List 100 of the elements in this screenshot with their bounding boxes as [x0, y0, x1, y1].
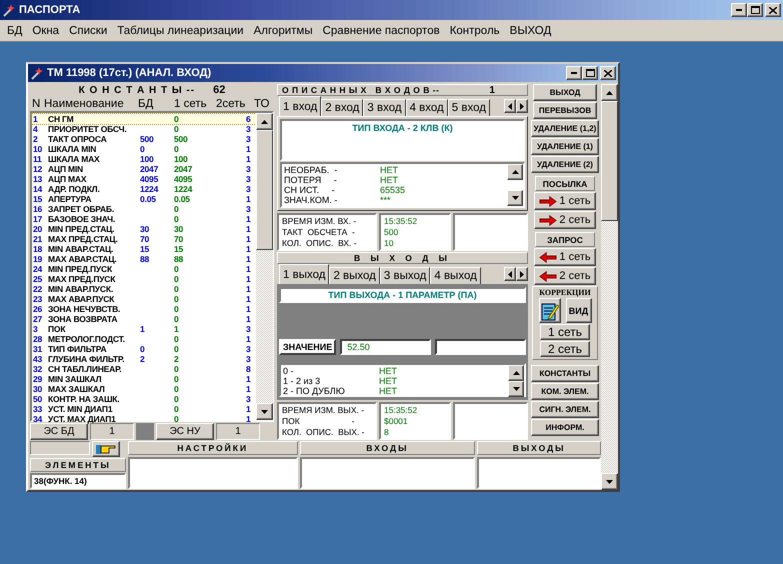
es-button[interactable]: ЭС НУ — [156, 423, 214, 440]
constant-row[interactable]: 50 КОНТР. НА ЗАШК. 0 3 — [32, 394, 256, 404]
close-button[interactable] — [765, 3, 781, 17]
scroll-down-button[interactable] — [507, 190, 523, 206]
constant-row[interactable]: 23 MAX АВАР.ПУСК 0 1 — [32, 294, 256, 304]
menu-item[interactable]: ВЫХОД — [504, 24, 556, 36]
list-button[interactable]: КОНСТАНТЫ — [531, 365, 599, 382]
minimize-button[interactable] — [566, 66, 582, 80]
constant-row[interactable]: 25 MAX ПРЕД.ПУСК 0 1 — [32, 274, 256, 284]
constant-row[interactable]: 2 ТАКТ ОПРОСА 500 500 3 — [32, 134, 256, 144]
action-button[interactable]: ПЕРЕВЫЗОВ — [533, 102, 597, 119]
request-button[interactable]: 1 сеть — [534, 248, 596, 266]
send-button[interactable]: 2 сеть — [534, 211, 596, 229]
constant-row[interactable]: 31 ТИП ФИЛЬТРА 0 0 3 — [32, 344, 256, 354]
constant-row[interactable]: 26 ЗОНА НЕЧУВСТВ. 0 1 — [32, 304, 256, 314]
tab-scroll-right-button[interactable] — [516, 267, 528, 281]
action-button[interactable]: УДАЛЕНИЕ (1) — [531, 138, 599, 155]
scroll-thumb[interactable] — [601, 101, 618, 221]
tab[interactable]: 3 выход — [380, 267, 430, 284]
section-header: ВЫХОДЫ — [477, 441, 601, 455]
constant-row[interactable]: 4 ПРИОРИТЕТ ОБСЧ. 0 3 — [32, 124, 256, 134]
constant-row[interactable]: 24 MIN ПРЕД.ПУСК 0 1 — [32, 264, 256, 274]
constant-row[interactable]: 10 ШКАЛА MIN 0 0 1 — [32, 144, 256, 154]
maximize-button[interactable] — [582, 66, 598, 80]
constant-row[interactable]: 18 MIN АВАР.СТАЦ. 15 15 1 — [32, 244, 256, 254]
scrollbar[interactable] — [256, 113, 273, 420]
list-button[interactable]: КОМ. ЭЛЕМ. — [531, 383, 599, 400]
action-button[interactable]: ВЫХОД — [533, 84, 597, 101]
correction-button[interactable]: 1 сеть — [540, 324, 590, 340]
to-value: 1 — [246, 404, 252, 414]
action-button[interactable]: УДАЛЕНИЕ (2) — [531, 156, 599, 173]
constant-row[interactable]: 33 УСТ. MIN ДИАП1 0 1 — [32, 404, 256, 414]
es-button[interactable]: ЭС БД — [30, 423, 88, 440]
tab[interactable]: 3 вход — [363, 99, 406, 116]
constant-row[interactable]: 29 MIN ЗАШКАЛ 0 1 — [32, 374, 256, 384]
constant-row[interactable]: 43 ГЛУБИНА ФИЛЬТР. 2 2 3 — [32, 354, 256, 364]
tab[interactable]: 2 выход — [329, 267, 380, 284]
constant-row[interactable]: 30 MAX ЗАШКАЛ 0 1 — [32, 384, 256, 394]
tab[interactable]: 5 вход — [448, 99, 490, 116]
minimize-button[interactable] — [731, 3, 747, 17]
constant-row[interactable]: 16 ЗАПРЕТ ОБРАБ. 0 3 — [32, 204, 256, 214]
tab-scroll-left-button[interactable] — [504, 267, 516, 281]
tab[interactable]: 2 вход — [321, 99, 364, 116]
constant-row[interactable]: 27 ЗОНА ВОЗВРАТА 0 1 — [32, 314, 256, 324]
request-button[interactable]: 2 сеть — [534, 267, 596, 285]
db-value: 1 — [140, 324, 146, 334]
row-number: 22 — [33, 284, 44, 294]
menu-item[interactable]: Сравнение паспортов — [318, 24, 445, 36]
to-value: 1 — [246, 154, 252, 164]
tab[interactable]: 1 выход — [279, 264, 330, 284]
constant-row[interactable]: 3 ПОК 1 1 3 — [32, 324, 256, 334]
info-label: ТАКТ ОБСЧЕТА - — [282, 227, 355, 238]
correction-button[interactable]: 2 сеть — [540, 341, 590, 357]
scroll-up-button[interactable] — [256, 113, 273, 130]
constant-row[interactable]: 1 СН ГМ 0 6 — [32, 114, 256, 124]
constant-row[interactable]: 13 АЦП MAX 4095 4095 3 — [32, 174, 256, 184]
constant-row[interactable]: 21 MAX ПРЕД.СТАЦ. 70 70 1 — [32, 234, 256, 244]
pointer-button[interactable] — [92, 441, 120, 457]
list-button[interactable]: ИНФОРМ. — [531, 419, 599, 436]
menu-item[interactable]: Окна — [27, 24, 64, 36]
tab-scroll-left-button[interactable] — [504, 99, 516, 113]
menu-item[interactable]: Списки — [64, 24, 112, 36]
scroll-down-button[interactable] — [601, 473, 618, 490]
constant-row[interactable]: 11 ШКАЛА MAX 100 100 1 — [32, 154, 256, 164]
tab-scroll-right-button[interactable] — [516, 99, 528, 113]
constant-row[interactable]: 12 АЦП MIN 2047 2047 3 — [32, 164, 256, 174]
scroll-up-button[interactable] — [508, 365, 524, 381]
constant-row[interactable]: 20 MIN ПРЕД.СТАЦ. 30 30 1 — [32, 224, 256, 234]
scroll-up-button[interactable] — [601, 84, 618, 101]
to-value: 3 — [246, 344, 252, 354]
action-button[interactable]: УДАЛЕНИЕ (1,2) — [531, 120, 599, 137]
list-button[interactable]: СИГН. ЭЛЕМ. — [531, 401, 599, 418]
up-arrow-icon — [261, 120, 268, 124]
tab[interactable]: 4 выход — [430, 267, 481, 284]
tab[interactable]: 1 вход — [279, 96, 322, 116]
constant-row[interactable]: 34 УСТ. MAX ДИАП1 0 1 — [32, 414, 256, 424]
menu-item[interactable]: Алгоритмы — [248, 24, 318, 36]
info-label: ВРЕМЯ ИЗМ. ВЫХ. - — [282, 405, 364, 416]
constant-row[interactable]: 22 MIN АВАР.ПУСК. 0 1 — [32, 284, 256, 294]
maximize-button[interactable] — [747, 3, 763, 17]
scroll-thumb[interactable] — [256, 130, 273, 250]
constant-row[interactable]: 28 МЕТРОЛОГ.ПОДСТ. 0 1 — [32, 334, 256, 344]
constant-row[interactable]: 19 MAX АВАР.СТАЦ. 88 88 1 — [32, 254, 256, 264]
small-field[interactable] — [30, 441, 90, 455]
constant-row[interactable]: 32 СН ТАБЛ.ЛИНЕАР. 0 8 — [32, 364, 256, 374]
tab[interactable]: 4 вход — [406, 99, 448, 116]
constant-row[interactable]: 15 АПЕРТУРА 0.05 0.05 1 — [32, 194, 256, 204]
menu-item[interactable]: Контроль — [444, 24, 505, 36]
scroll-down-button[interactable] — [508, 381, 524, 397]
edit-button[interactable] — [538, 298, 560, 323]
constant-row[interactable]: 14 АДР. ПОДКЛ. 1224 1224 3 — [32, 184, 256, 194]
menu-item[interactable]: Таблицы линеаризации — [112, 24, 249, 36]
constant-row[interactable]: 17 БАЗОВОЕ ЗНАЧ. 0 1 — [32, 214, 256, 224]
close-button[interactable] — [600, 66, 616, 80]
view-button[interactable]: ВИД — [566, 298, 592, 323]
scroll-up-button[interactable] — [507, 164, 523, 180]
scroll-down-button[interactable] — [256, 403, 273, 420]
scrollbar[interactable] — [601, 84, 618, 490]
menu-item[interactable]: БД — [2, 24, 28, 36]
send-button[interactable]: 1 сеть — [534, 192, 596, 210]
